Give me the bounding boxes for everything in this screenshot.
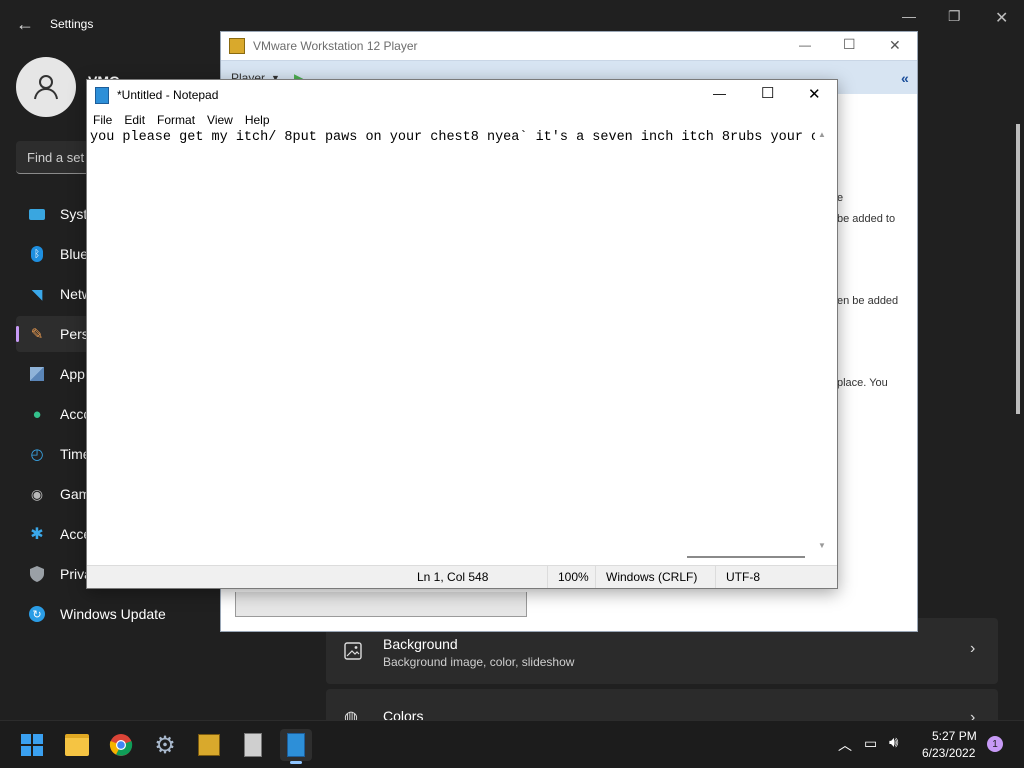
nav-label: App: [60, 366, 85, 382]
notepad-taskbar-button[interactable]: [280, 729, 312, 764]
brush-icon: ✎: [30, 326, 44, 343]
gear-icon: ⚙: [154, 731, 176, 759]
bluetooth-icon: ᛒ: [28, 245, 46, 263]
windows-logo-icon: [21, 734, 43, 756]
vmware-titlebar: VMware Workstation 12 Player — ☐ ✕: [221, 32, 917, 60]
collapse-icon[interactable]: «: [901, 70, 909, 86]
close-icon[interactable]: ✕: [889, 37, 901, 54]
nav-label: Windows Update: [60, 606, 166, 622]
file-explorer-button[interactable]: [61, 729, 93, 761]
notepad-icon: [95, 86, 109, 104]
notepad-titlebar: *Untitled - Notepad — ☐ ✕: [87, 80, 837, 110]
minimize-icon[interactable]: —: [799, 38, 811, 52]
notepad-icon: [287, 733, 305, 757]
app-button[interactable]: [237, 729, 269, 761]
folder-icon: [65, 734, 89, 756]
notification-count: 1: [992, 738, 998, 750]
nav-label: Pers: [60, 326, 89, 342]
start-button[interactable]: [16, 729, 48, 761]
active-indicator: [290, 761, 302, 764]
person-icon: [34, 75, 58, 100]
notepad-title: *Untitled - Notepad: [117, 88, 219, 102]
status-position: Ln 1, Col 548: [417, 570, 489, 584]
notepad-menubar: File Edit Format View Help: [87, 110, 837, 130]
vmware-icon: [198, 734, 220, 756]
content-text: place. You: [837, 377, 888, 389]
status-encoding: UTF-8: [715, 566, 836, 588]
chrome-icon: [109, 734, 133, 756]
chevron-right-icon: ›: [970, 640, 976, 657]
clock-date[interactable]: 6/23/2022: [922, 746, 975, 760]
volume-icon[interactable]: 🔊︎: [889, 734, 898, 751]
accessibility-icon: ✱: [30, 526, 44, 543]
network-icon: ◥: [31, 285, 43, 302]
card-title: Background: [383, 636, 458, 652]
status-bar: Ln 1, Col 548 100% Windows (CRLF) UTF-8: [87, 565, 837, 588]
content-text: en be added: [837, 295, 899, 307]
content-text: be added to: [837, 213, 896, 225]
scroll-thumb[interactable]: [687, 556, 805, 558]
scroll-up-icon[interactable]: ▲: [818, 130, 826, 139]
chrome-button[interactable]: [105, 729, 137, 761]
nav-item-windows-update[interactable]: ↻ Windows Update: [16, 596, 216, 632]
menu-file[interactable]: File: [87, 113, 118, 127]
menu-help[interactable]: Help: [239, 113, 276, 127]
status-zoom: 100%: [547, 566, 598, 588]
maximize-icon[interactable]: ☐: [761, 84, 774, 102]
menu-view[interactable]: View: [201, 113, 239, 127]
settings-title: Settings: [50, 17, 94, 31]
scrollbar[interactable]: [1016, 124, 1020, 414]
minimize-icon[interactable]: —: [902, 8, 916, 24]
account-icon: ●: [32, 405, 42, 423]
menu-format[interactable]: Format: [151, 113, 201, 127]
horizontal-scrollbar[interactable]: [87, 550, 829, 566]
clock-time[interactable]: 5:27 PM: [932, 729, 977, 743]
system-icon: [28, 205, 46, 223]
status-line-ending: Windows (CRLF): [595, 566, 716, 588]
taskbar: ⚙ ︿ ▭ 🔊︎ 5:27 PM 6/23/2022 1: [0, 720, 1024, 768]
nav-label: Blue: [60, 246, 89, 262]
close-icon[interactable]: ✕: [808, 85, 821, 103]
network-tray-icon[interactable]: ▭: [864, 735, 877, 752]
avatar[interactable]: [16, 57, 76, 117]
apps-icon: [28, 365, 46, 383]
preview-box: [235, 592, 527, 617]
maximize-icon[interactable]: ☐: [843, 36, 856, 53]
time-icon: ◴: [30, 446, 44, 463]
app-icon: [244, 733, 262, 757]
back-arrow-icon[interactable]: ←: [16, 14, 34, 35]
notification-badge[interactable]: 1: [987, 736, 1003, 752]
settings-button[interactable]: ⚙: [149, 729, 181, 761]
shield-icon: [28, 565, 46, 583]
search-placeholder: Find a set: [27, 150, 85, 165]
chevron-up-icon[interactable]: ︿: [838, 735, 852, 755]
vmware-title: VMware Workstation 12 Player: [253, 39, 418, 53]
vmware-logo-icon: [229, 38, 245, 54]
image-icon: [344, 642, 362, 660]
restore-icon[interactable]: ❐: [948, 8, 961, 25]
minimize-icon[interactable]: —: [713, 86, 726, 101]
close-icon[interactable]: ✕: [995, 8, 1008, 28]
menu-edit[interactable]: Edit: [118, 113, 151, 127]
vmware-button[interactable]: [193, 729, 225, 761]
vertical-scrollbar[interactable]: ▲ ▼: [815, 130, 829, 550]
update-icon: ↻: [28, 605, 46, 623]
notepad-window: *Untitled - Notepad — ☐ ✕ File Edit Form…: [86, 79, 838, 589]
scroll-down-icon[interactable]: ▼: [818, 541, 826, 550]
text-editor[interactable]: you please get my itch/ 8put paws on you…: [87, 130, 821, 550]
gaming-icon: ◉: [30, 485, 44, 502]
card-subtitle: Background image, color, slideshow: [383, 655, 575, 669]
